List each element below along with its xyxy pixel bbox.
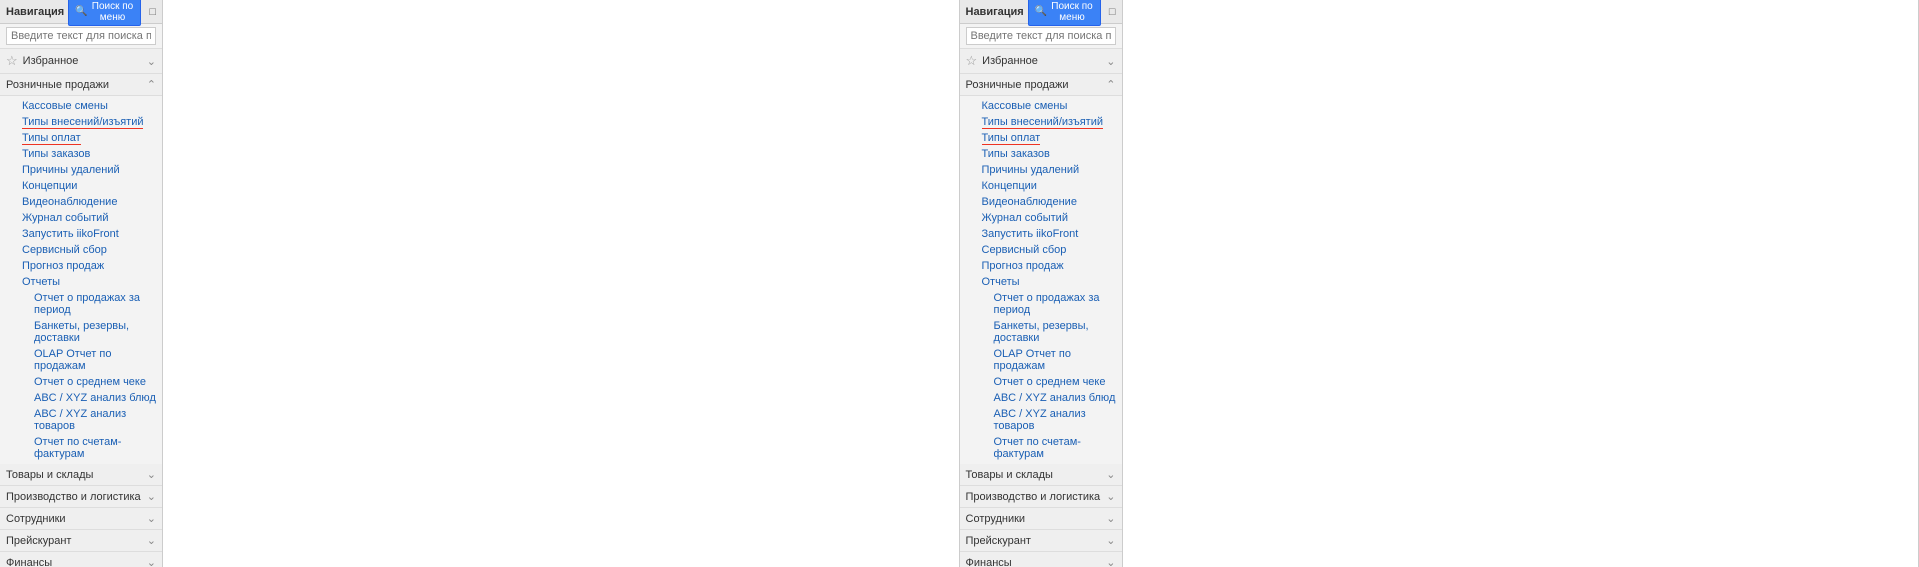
- chevron-icon: ⌄: [1106, 512, 1115, 525]
- nav-item[interactable]: Типы оплат: [0, 130, 162, 146]
- nav-section[interactable]: Товары и склады⌄: [0, 464, 162, 486]
- favorites-section[interactable]: ☆Избранное⌄: [960, 49, 1122, 74]
- nav-item[interactable]: Прогноз продаж: [0, 258, 162, 274]
- menu-search-input[interactable]: [6, 27, 156, 45]
- nav-section[interactable]: Производство и логистика⌄: [960, 486, 1122, 508]
- nav-item[interactable]: Причины удалений: [960, 162, 1122, 178]
- nav-item[interactable]: Журнал событий: [0, 210, 162, 226]
- chevron-icon: ⌄: [1106, 490, 1115, 503]
- nav-section[interactable]: Прейскурант⌄: [960, 530, 1122, 552]
- nav-item[interactable]: ABC / XYZ анализ блюд: [0, 390, 162, 406]
- nav-section[interactable]: Розничные продажи⌃: [960, 74, 1122, 96]
- nav-section[interactable]: Финансы⌄: [0, 552, 162, 567]
- nav-item[interactable]: Сервисный сбор: [960, 242, 1122, 258]
- nav-section[interactable]: Производство и логистика⌄: [0, 486, 162, 508]
- chevron-icon: ⌄: [1106, 556, 1115, 567]
- nav-item[interactable]: Журнал событий: [960, 210, 1122, 226]
- nav-item[interactable]: Отчет по счетам-фактурам: [0, 434, 162, 462]
- menu-search-button[interactable]: 🔍Поиск по меню: [68, 0, 141, 26]
- nav-item[interactable]: ABC / XYZ анализ блюд: [960, 390, 1122, 406]
- sidebar-title: Навигация: [6, 6, 64, 18]
- menu-search-input[interactable]: [966, 27, 1116, 45]
- nav-item[interactable]: Банкеты, резервы, доставки: [0, 318, 162, 346]
- chevron-down-icon: ⌄: [1106, 55, 1115, 68]
- sidebar-title: Навигация: [966, 6, 1024, 18]
- nav-item[interactable]: Типы оплат: [960, 130, 1122, 146]
- nav-item[interactable]: OLAP Отчет по продажам: [0, 346, 162, 374]
- nav-item[interactable]: Концепции: [0, 178, 162, 194]
- nav-item[interactable]: OLAP Отчет по продажам: [960, 346, 1122, 374]
- chevron-icon: ⌄: [147, 468, 156, 481]
- nav-item[interactable]: Отчеты: [0, 274, 162, 290]
- sidebar-header: Навигация 🔍Поиск по меню □: [0, 0, 162, 24]
- nav-item[interactable]: Концепции: [960, 178, 1122, 194]
- star-icon: ☆: [6, 53, 18, 69]
- nav-item[interactable]: Отчет о продажах за период: [0, 290, 162, 318]
- nav-item[interactable]: Типы внесений/изъятий: [0, 114, 162, 130]
- nav-item[interactable]: ABC / XYZ анализ товаров: [960, 406, 1122, 434]
- nav-item[interactable]: Видеонаблюдение: [0, 194, 162, 210]
- nav-item[interactable]: Отчеты: [960, 274, 1122, 290]
- chevron-icon: ⌄: [147, 556, 156, 567]
- nav-item[interactable]: Причины удалений: [0, 162, 162, 178]
- nav-section[interactable]: Сотрудники⌄: [960, 508, 1122, 530]
- chevron-icon: ⌃: [1106, 78, 1115, 91]
- chevron-icon: ⌄: [1106, 468, 1115, 481]
- nav-item[interactable]: Типы заказов: [960, 146, 1122, 162]
- nav-item[interactable]: Запустить iikoFront: [0, 226, 162, 242]
- nav-item[interactable]: Запустить iikoFront: [960, 226, 1122, 242]
- nav-section[interactable]: Финансы⌄: [960, 552, 1122, 567]
- nav-item[interactable]: Сервисный сбор: [0, 242, 162, 258]
- nav-item[interactable]: Отчет о среднем чеке: [960, 374, 1122, 390]
- chevron-icon: ⌃: [147, 78, 156, 91]
- chevron-icon: ⌄: [1106, 534, 1115, 547]
- nav-section[interactable]: Товары и склады⌄: [960, 464, 1122, 486]
- nav-section[interactable]: Розничные продажи⌃: [0, 74, 162, 96]
- chevron-icon: ⌄: [147, 534, 156, 547]
- sidebar-header: Навигация 🔍Поиск по меню □: [960, 0, 1122, 24]
- nav-item[interactable]: Кассовые смены: [960, 98, 1122, 114]
- favorites-section[interactable]: ☆Избранное⌄: [0, 49, 162, 74]
- nav-item[interactable]: Отчет о продажах за период: [960, 290, 1122, 318]
- nav-item[interactable]: ABC / XYZ анализ товаров: [0, 406, 162, 434]
- nav-section[interactable]: Прейскурант⌄: [0, 530, 162, 552]
- chevron-down-icon: ⌄: [147, 55, 156, 68]
- nav-item[interactable]: Типы внесений/изъятий: [960, 114, 1122, 130]
- pin-icon[interactable]: □: [1105, 6, 1116, 18]
- star-icon: ☆: [966, 53, 978, 69]
- chevron-icon: ⌄: [147, 512, 156, 525]
- nav-item[interactable]: Типы заказов: [0, 146, 162, 162]
- nav-item[interactable]: Отчет по счетам-фактурам: [960, 434, 1122, 462]
- nav-item[interactable]: Прогноз продаж: [960, 258, 1122, 274]
- pin-icon[interactable]: □: [145, 6, 156, 18]
- nav-item[interactable]: Банкеты, резервы, доставки: [960, 318, 1122, 346]
- menu-search-button[interactable]: 🔍Поиск по меню: [1028, 0, 1101, 26]
- nav-section[interactable]: Сотрудники⌄: [0, 508, 162, 530]
- chevron-icon: ⌄: [147, 490, 156, 503]
- nav-item[interactable]: Кассовые смены: [0, 98, 162, 114]
- nav-item[interactable]: Отчет о среднем чеке: [0, 374, 162, 390]
- nav-item[interactable]: Видеонаблюдение: [960, 194, 1122, 210]
